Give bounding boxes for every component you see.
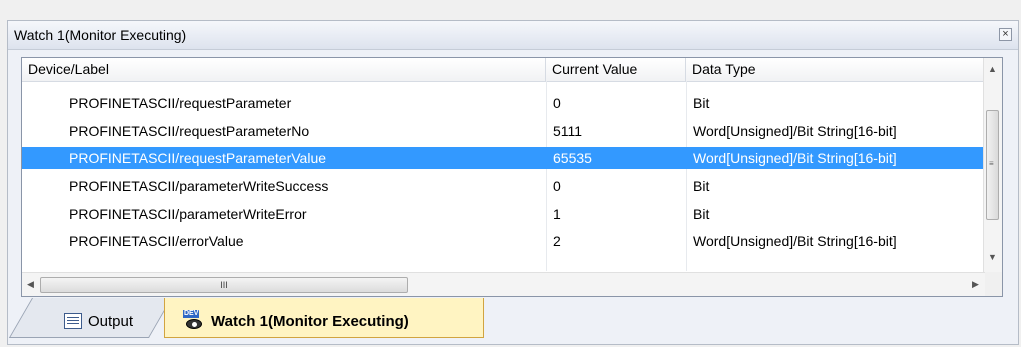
table-row[interactable]: PROFINETASCII/errorValue 2 Word[Unsigned… [22, 230, 985, 252]
cell-data-type: Bit [693, 206, 710, 222]
cell-device-label: PROFINETASCII/errorValue [69, 233, 244, 249]
eye-shape [186, 319, 202, 329]
grip-icon: ≡ [989, 159, 994, 168]
cell-device-label: PROFINETASCII/parameterWriteSuccess [69, 178, 329, 194]
vertical-scrollbar[interactable]: ▲ ≡ ▼ [983, 58, 1002, 272]
cell-data-type: Word[Unsigned]/Bit String[16-bit] [693, 233, 897, 249]
close-button[interactable]: × [999, 28, 1012, 41]
scroll-right-icon[interactable]: ▶ [972, 279, 979, 290]
cell-data-type: Bit [693, 178, 710, 194]
cell-data-type: Bit [693, 95, 710, 111]
cell-data-type: Word[Unsigned]/Bit String[16-bit] [693, 123, 897, 139]
scroll-corner [985, 272, 1002, 296]
cell-device-label: PROFINETASCII/requestParameterNo [69, 123, 310, 139]
cell-data-type: Word[Unsigned]/Bit String[16-bit] [693, 150, 897, 166]
cell-device-label: PROFINETASCII/requestParameterValue [69, 150, 327, 166]
close-icon: × [1002, 28, 1009, 40]
cell-current-value[interactable]: 0 [553, 92, 561, 114]
horizontal-scrollbar[interactable]: ◀ III ▶ [22, 272, 985, 296]
column-header-current-value[interactable]: Current Value [546, 58, 686, 81]
table-row[interactable]: PROFINETASCII/parameterWriteSuccess 0 Bi… [22, 175, 985, 197]
dev-badge: DEV [183, 310, 200, 318]
tab-strip [8, 298, 1004, 340]
column-header-data-type[interactable]: Data Type [686, 58, 985, 81]
tab-output-content[interactable]: Output [64, 310, 133, 332]
table-row[interactable]: PROFINETASCII/parameterWriteError 1 Bit [22, 203, 985, 225]
watch-eye-icon: DEV [183, 310, 205, 332]
cell-current-value[interactable]: 2 [553, 230, 561, 252]
column-header-device-label[interactable]: Device/Label [22, 58, 546, 81]
tab-output-label: Output [88, 312, 134, 330]
scroll-up-icon[interactable]: ▲ [988, 64, 997, 74]
tab-watch-content[interactable]: DEV Watch 1(Monitor Executing) [183, 308, 409, 334]
watch-grid: Device/Label Current Value Data Type PRO… [21, 57, 1003, 297]
grid-header: Device/Label Current Value Data Type [22, 58, 985, 82]
cell-current-value[interactable]: 5111 [553, 120, 582, 142]
scroll-down-icon[interactable]: ▼ [988, 252, 997, 262]
cell-device-label: PROFINETASCII/requestParameter [69, 95, 292, 111]
table-row[interactable]: PROFINETASCII/requestParameter 0 Bit [22, 92, 985, 114]
cell-current-value[interactable]: 65535 [553, 147, 592, 169]
cell-device-label: PROFINETASCII/parameterWriteError [69, 206, 307, 222]
scroll-left-icon[interactable]: ◀ [27, 279, 34, 290]
title-bar: Watch 1(Monitor Executing) × [8, 21, 1018, 50]
output-window-icon [64, 313, 82, 329]
panel-title: Watch 1(Monitor Executing) [14, 27, 187, 43]
tab-watch-label: Watch 1(Monitor Executing) [211, 312, 409, 330]
table-row[interactable]: PROFINETASCII/requestParameterNo 5111 Wo… [22, 120, 985, 142]
table-row-selected[interactable]: PROFINETASCII/requestParameterValue 6553… [22, 147, 985, 169]
cell-current-value[interactable]: 1 [553, 203, 561, 225]
grip-icon: III [220, 280, 228, 290]
vertical-scroll-thumb[interactable]: ≡ [986, 110, 999, 220]
cell-current-value[interactable]: 0 [553, 175, 561, 197]
horizontal-scroll-thumb[interactable]: III [40, 277, 408, 293]
